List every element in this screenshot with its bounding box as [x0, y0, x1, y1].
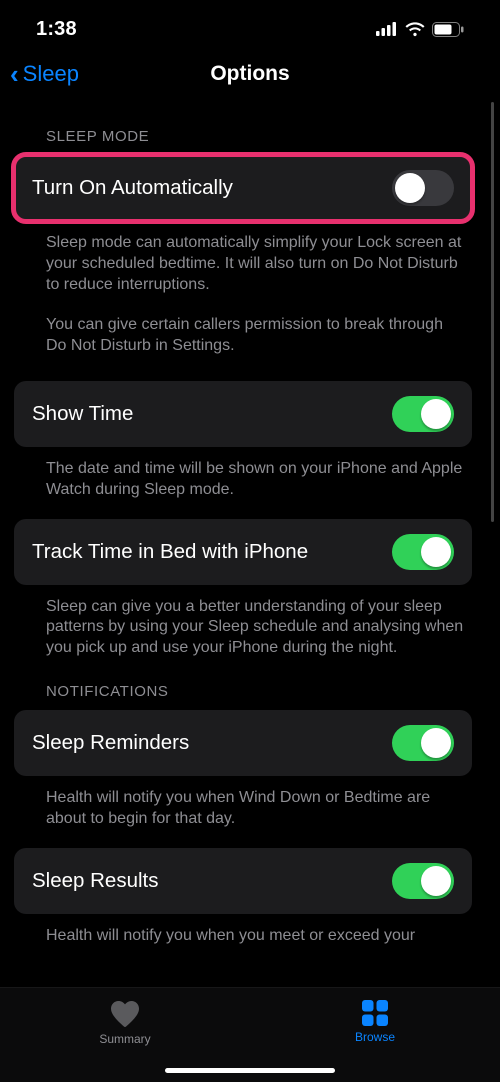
row-label: Show Time: [32, 402, 133, 426]
screen: 1:38 ‹ Sleep Options SLEEP MODE Turn On …: [0, 0, 500, 1082]
row-sleep-results[interactable]: Sleep Results: [14, 848, 472, 914]
row-track-time[interactable]: Track Time in Bed with iPhone: [14, 519, 472, 585]
status-time: 1:38: [36, 18, 77, 41]
wifi-icon: [404, 21, 426, 37]
toggle-knob: [395, 173, 425, 203]
nav-bar: ‹ Sleep Options: [0, 50, 500, 98]
row-sleep-reminders[interactable]: Sleep Reminders: [14, 710, 472, 776]
cellular-icon: [376, 22, 398, 36]
battery-icon: [432, 22, 464, 37]
scrollbar[interactable]: [491, 102, 494, 522]
row-label: Turn On Automatically: [32, 176, 233, 200]
toggle-sleep-reminders[interactable]: [392, 725, 454, 761]
tab-label: Browse: [355, 1030, 395, 1044]
section-header-notifications: NOTIFICATIONS: [0, 659, 486, 710]
row-turn-on-automatically[interactable]: Turn On Automatically: [14, 155, 472, 221]
footer-auto-2: You can give certain callers permission …: [0, 295, 486, 367]
section-header-sleep-mode: SLEEP MODE: [0, 98, 486, 155]
row-show-time[interactable]: Show Time: [14, 381, 472, 447]
tab-label: Summary: [99, 1032, 150, 1046]
browse-grid-icon: [362, 1000, 388, 1026]
toggle-knob: [421, 866, 451, 896]
toggle-knob: [421, 399, 451, 429]
scroller[interactable]: SLEEP MODE Turn On Automatically Sleep m…: [0, 98, 500, 987]
row-label: Sleep Results: [32, 869, 158, 893]
content-area: SLEEP MODE Turn On Automatically Sleep m…: [0, 98, 500, 987]
heart-icon: [110, 1000, 140, 1028]
toggle-turn-on-automatically[interactable]: [392, 170, 454, 206]
chevron-left-icon: ‹: [10, 59, 19, 90]
toggle-knob: [421, 537, 451, 567]
footer-show-time: The date and time will be shown on your …: [0, 447, 486, 501]
toggle-track-time[interactable]: [392, 534, 454, 570]
back-label: Sleep: [23, 61, 79, 87]
footer-reminders: Health will notify you when Wind Down or…: [0, 776, 486, 830]
toggle-knob: [421, 728, 451, 758]
footer-track: Sleep can give you a better understandin…: [0, 585, 486, 659]
back-button[interactable]: ‹ Sleep: [10, 59, 79, 90]
status-indicators: [376, 21, 464, 37]
row-label: Track Time in Bed with iPhone: [32, 540, 308, 564]
status-bar: 1:38: [0, 0, 500, 50]
toggle-show-time[interactable]: [392, 396, 454, 432]
footer-results: Health will notify you when you meet or …: [0, 914, 486, 947]
row-label: Sleep Reminders: [32, 731, 189, 755]
footer-auto-1: Sleep mode can automatically simplify yo…: [0, 221, 486, 295]
page-title: Options: [210, 62, 289, 86]
toggle-sleep-results[interactable]: [392, 863, 454, 899]
home-indicator[interactable]: [165, 1068, 335, 1073]
